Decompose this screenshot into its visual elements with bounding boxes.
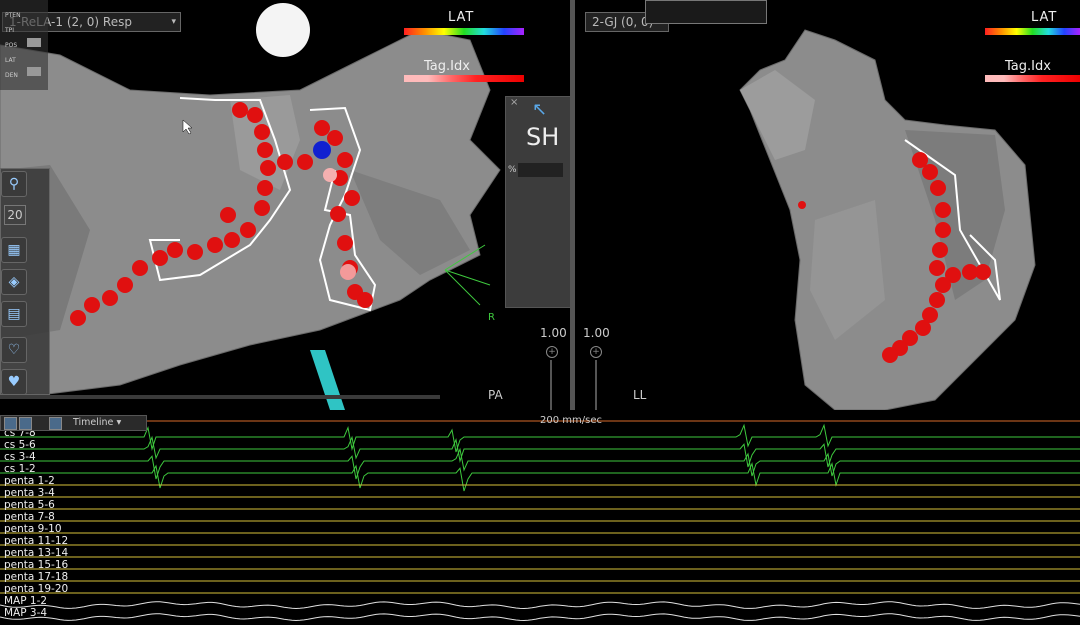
- anatomy-icon[interactable]: ♥: [1, 369, 27, 395]
- catheter-shaft: [310, 350, 345, 410]
- channel-label: penta 7-8: [4, 511, 55, 523]
- channel-label: MAP 3-4: [4, 607, 48, 619]
- freeze-icon[interactable]: [19, 417, 32, 430]
- percent-label: %: [508, 165, 517, 175]
- heart-icon[interactable]: ♡: [1, 337, 27, 363]
- channel-label: penta 3-4: [4, 487, 55, 499]
- top-timeline-strip[interactable]: [645, 0, 767, 24]
- channel-label: penta 15-16: [4, 559, 69, 571]
- trace-MAP-3-4: [0, 613, 1080, 622]
- trace-cs-3-4: [0, 447, 1080, 480]
- waveform-traces: [0, 420, 1080, 622]
- channel-label: cs 1-2: [4, 463, 36, 475]
- lat-legend-label-right: LAT: [1031, 10, 1058, 25]
- ll-label: LL: [633, 388, 647, 402]
- zoom-icon[interactable]: [4, 417, 17, 430]
- tag-index-label-right: Tag.Idx: [1005, 59, 1051, 74]
- right-scale-value: 1.00: [583, 326, 610, 340]
- timeline-dropdown[interactable]: Timeline ▾: [73, 416, 121, 430]
- right-3d-view[interactable]: 2-GJ (0, 0) LAT Tag.Idx 1.00 + LL: [575, 0, 1080, 410]
- zoom-value-field[interactable]: 20: [4, 205, 26, 225]
- left-scale-plus-icon[interactable]: +: [546, 346, 558, 358]
- right-scale-plus-icon[interactable]: +: [590, 346, 602, 358]
- channel-label: penta 11-12: [4, 535, 69, 547]
- catheter-icon[interactable]: ◈: [1, 269, 27, 295]
- grid-icon[interactable]: ▦: [1, 237, 27, 263]
- filter-icon[interactable]: ⚲: [1, 171, 27, 197]
- catheter-tip-marker: [313, 141, 331, 159]
- tag-index-bar-right: [985, 75, 1080, 82]
- trace-cs-1-2: [0, 461, 1080, 492]
- lighting-indicator-icon[interactable]: [256, 3, 310, 57]
- trace-cs-7-8: [0, 423, 1080, 453]
- lat-legend-label: LAT: [448, 10, 475, 25]
- lat-color-bar: [404, 28, 524, 35]
- pointer-arrow-icon[interactable]: ↖: [532, 99, 547, 120]
- channel-label: cs 5-6: [4, 439, 36, 451]
- lat-color-bar-right: [985, 28, 1080, 35]
- left-3d-view[interactable]: R 1-ReLA-1 (2, 0) Resp ▾ PTEN TPI POS LA…: [0, 0, 570, 410]
- sh-panel: × ↖ SH %: [505, 96, 570, 308]
- left-scale-value: 1.00: [540, 326, 567, 340]
- pa-label: PA: [488, 388, 503, 402]
- trace-cs-5-6: [0, 435, 1080, 468]
- trace-MAP-1-2: [0, 601, 1080, 610]
- channel-label: penta 17-18: [4, 571, 69, 583]
- channel-label: penta 5-6: [4, 499, 55, 511]
- waveform-toolbar: Timeline ▾: [0, 415, 147, 431]
- channel-label: penta 19-20: [4, 583, 69, 595]
- waveform-panel[interactable]: cs 7-8 cs 5-6 cs 3-4 cs 1-2 penta 1-2 penta 3…: [0, 415, 1080, 625]
- left-horizontal-scrollbar[interactable]: [0, 395, 440, 399]
- channel-label: penta 1-2: [4, 475, 55, 487]
- channel-label: MAP 1-2: [4, 595, 48, 607]
- channel-label: cs 3-4: [4, 451, 36, 463]
- orientation-label: R: [488, 312, 495, 323]
- sweep-speed-label: 200 mm/sec: [540, 415, 602, 426]
- chevron-down-icon[interactable]: ▾: [171, 13, 176, 31]
- ablation-icon[interactable]: ▤: [1, 301, 27, 327]
- tag-index-label: Tag.Idx: [424, 59, 470, 74]
- left-mesh-canvas[interactable]: R: [0, 0, 570, 410]
- lock-icon[interactable]: [49, 417, 62, 430]
- channel-label: penta 9-10: [4, 523, 62, 535]
- close-icon[interactable]: ×: [510, 97, 518, 108]
- percent-bar: [518, 163, 563, 177]
- timeline-label: Timeline: [73, 417, 114, 428]
- channel-label: penta 13-14: [4, 547, 69, 559]
- side-label-list: PTEN TPI POS LAT DEN: [5, 12, 21, 79]
- left-scale-slider[interactable]: [550, 360, 552, 410]
- left-toolbar: ⚲ 20 ▦ ◈ ▤ ♡ ♥: [0, 168, 50, 395]
- sh-label: SH: [526, 123, 560, 151]
- chevron-down-icon[interactable]: ▾: [116, 417, 121, 428]
- left-info-panel: PTEN TPI POS LAT DEN: [0, 0, 48, 90]
- tag-index-bar: [404, 75, 524, 82]
- right-scale-slider[interactable]: [595, 360, 597, 410]
